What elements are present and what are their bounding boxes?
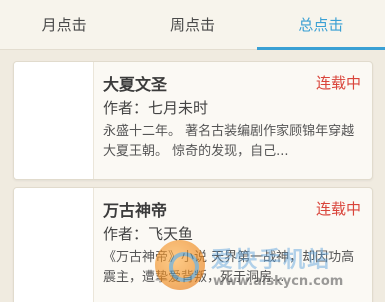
tab-weekly-clicks[interactable]: 周点击 — [128, 0, 256, 49]
book-card[interactable]: 大夏文圣 连载中 作者：七月未时 永盛十二年。 著名古装编剧作家顾锦年穿越大夏王… — [13, 61, 373, 180]
ranking-tabs: 月点击 周点击 总点击 — [0, 0, 385, 50]
book-description: 永盛十二年。 著名古装编剧作家顾锦年穿越大夏王朝。 惊奇的发现，自己... — [103, 124, 355, 159]
book-status-badge: 连载中 — [315, 200, 361, 218]
book-title: 万古神帝 — [103, 201, 168, 220]
book-author: 作者：飞天鱼 — [103, 225, 194, 243]
book-list: 大夏文圣 连载中 作者：七月未时 永盛十二年。 著名古装编剧作家顾锦年穿越大夏王… — [0, 50, 385, 302]
tab-total-clicks[interactable]: 总点击 — [256, 0, 385, 50]
book-author: 作者：七月未时 — [103, 99, 209, 117]
book-cover[interactable] — [14, 188, 94, 302]
book-description: 《万古神帝》小说 天界第一战神，却因功高震主，遭挚爱背叛，死于洞房... — [103, 250, 355, 285]
book-status-badge: 连载中 — [315, 74, 361, 92]
tab-monthly-clicks[interactable]: 月点击 — [0, 0, 128, 49]
book-card[interactable]: 万古神帝 连载中 作者：飞天鱼 《万古神帝》小说 天界第一战神，却因功高震主，遭… — [13, 187, 373, 302]
book-title: 大夏文圣 — [103, 75, 168, 94]
book-cover[interactable] — [14, 62, 94, 179]
